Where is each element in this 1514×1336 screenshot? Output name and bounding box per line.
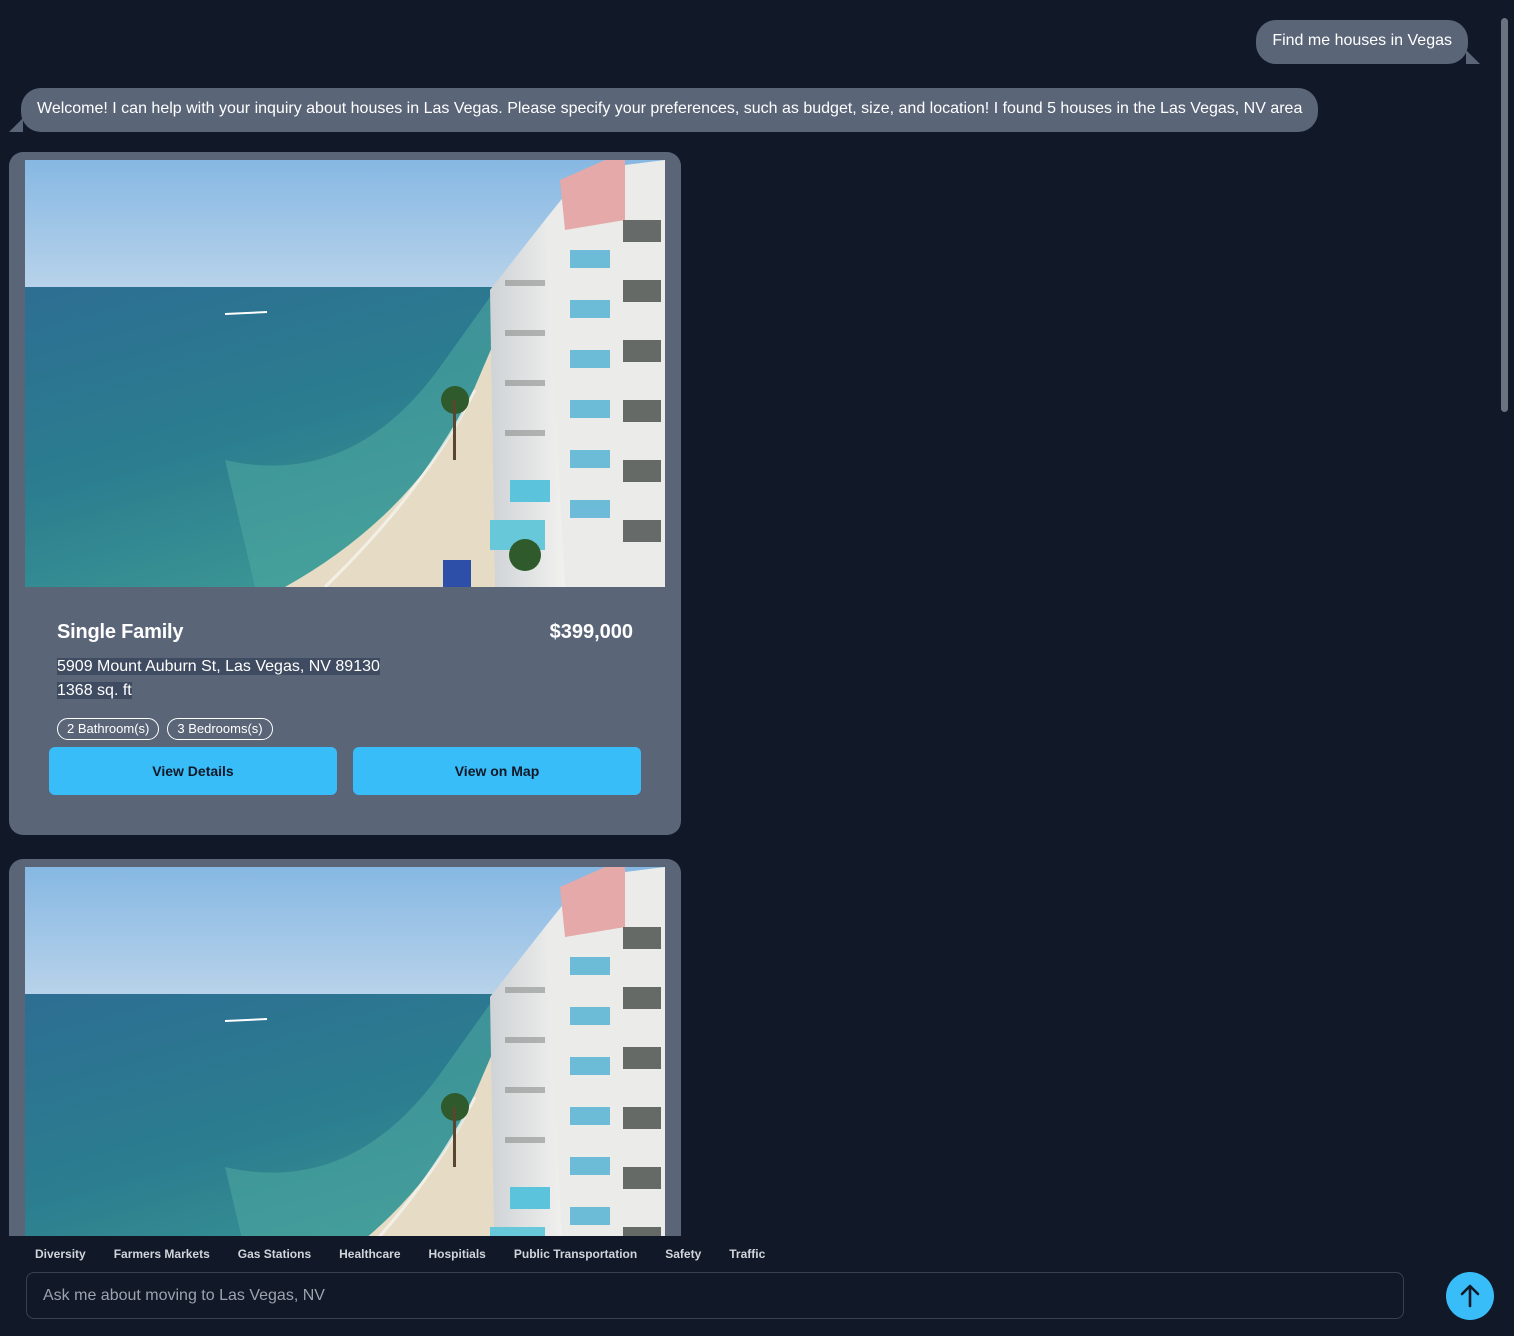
property-details: 5909 Mount Auburn St, Las Vegas, NV 8913… <box>57 655 380 703</box>
bubble-tail <box>9 118 23 132</box>
chip-diversity[interactable]: Diversity <box>22 1244 99 1264</box>
assistant-message-bubble: Welcome! I can help with your inquiry ab… <box>9 88 1319 132</box>
property-sqft: 1368 sq. ft <box>57 682 132 699</box>
property-price: $399,000 <box>549 621 633 643</box>
chat-scroll-area[interactable]: Find me houses in Vegas Welcome! I can h… <box>0 0 1498 1236</box>
user-message-bubble: Find me houses in Vegas <box>1256 20 1480 64</box>
property-type: Single Family <box>57 621 184 643</box>
chip-traffic[interactable]: Traffic <box>716 1244 778 1264</box>
beach-highrise-photo <box>25 867 665 1236</box>
listing-card <box>9 859 681 1236</box>
property-tags: 2 Bathroom(s) 3 Bedrooms(s) <box>57 718 273 740</box>
bedrooms-tag: 3 Bedrooms(s) <box>167 718 273 740</box>
view-details-button[interactable]: View Details <box>49 747 337 795</box>
assistant-message-text: Welcome! I can help with your inquiry ab… <box>37 100 1303 117</box>
chip-farmers-markets[interactable]: Farmers Markets <box>101 1244 223 1264</box>
chip-public-transportation[interactable]: Public Transportation <box>501 1244 650 1264</box>
chip-gas-stations[interactable]: Gas Stations <box>225 1244 324 1264</box>
chip-hospitals[interactable]: Hospitials <box>416 1244 499 1264</box>
chip-healthcare[interactable]: Healthcare <box>326 1244 413 1264</box>
view-on-map-button[interactable]: View on Map <box>353 747 641 795</box>
scrollbar-thumb[interactable] <box>1501 18 1508 412</box>
scrollbar[interactable] <box>1498 0 1514 1236</box>
arrow-up-icon <box>1460 1284 1480 1308</box>
user-message-text: Find me houses in Vegas <box>1272 32 1452 49</box>
listing-card: Single Family $399,000 5909 Mount Auburn… <box>9 152 681 835</box>
topic-chips: Diversity Farmers Markets Gas Stations H… <box>22 1244 778 1264</box>
composer-area: Diversity Farmers Markets Gas Stations H… <box>0 1236 1514 1336</box>
listing-photo <box>25 867 665 1236</box>
bubble-tail <box>1466 50 1480 64</box>
message-input[interactable] <box>26 1272 1404 1319</box>
beach-highrise-photo <box>25 160 665 587</box>
bathrooms-tag: 2 Bathroom(s) <box>57 718 160 740</box>
property-address: 5909 Mount Auburn St, Las Vegas, NV 8913… <box>57 658 380 675</box>
chip-safety[interactable]: Safety <box>652 1244 714 1264</box>
send-button[interactable] <box>1446 1272 1494 1320</box>
listing-photo <box>25 160 665 587</box>
